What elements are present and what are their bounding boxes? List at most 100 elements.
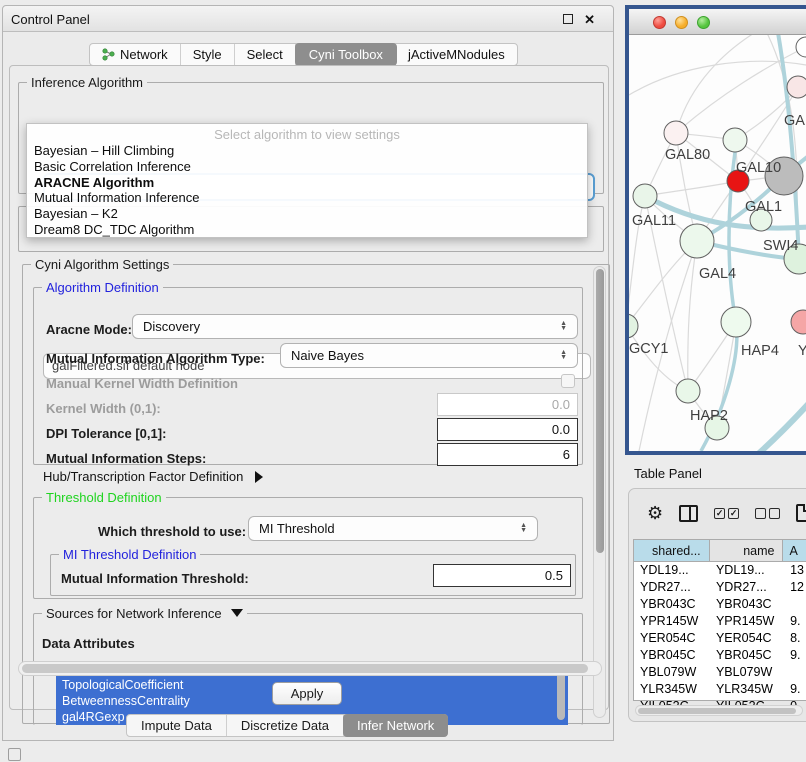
tab-style-label: Style (193, 47, 222, 62)
which-threshold-combo[interactable]: MI Threshold ▲▼ (248, 516, 538, 541)
aracne-mode-combo[interactable]: Discovery ▲▼ (132, 314, 578, 339)
minimize-traffic-light-icon[interactable] (675, 16, 688, 29)
table-row[interactable]: YBL079W YBL079W (634, 664, 806, 681)
cyni-toolbox-panel: Inference Algorithm galFiltered.sif defa… (9, 65, 609, 710)
algorithm-option-aracne[interactable]: ARACNE Algorithm (27, 175, 587, 191)
sources-title[interactable]: Sources for Network Inference (42, 606, 247, 621)
network-node[interactable] (723, 128, 747, 152)
deselect-all-icon[interactable] (755, 508, 780, 519)
close-icon[interactable]: ✕ (584, 12, 595, 28)
cyni-algorithm-settings-group: Cyni Algorithm Settings Algorithm Defini… (22, 264, 610, 724)
cell: 9. (784, 647, 806, 664)
tab-network[interactable]: Network (90, 44, 181, 65)
cell: YBR045C (634, 647, 710, 664)
settings-horizontal-scrollbar[interactable] (18, 661, 602, 676)
settings-vertical-scrollbar-thumb[interactable] (596, 269, 604, 553)
cell: YLR345W (634, 681, 710, 698)
which-threshold-value: MI Threshold (259, 521, 335, 536)
cell: 12 (784, 579, 806, 596)
cell: YDL19... (710, 562, 784, 579)
table-horizontal-scrollbar-thumb[interactable] (638, 708, 796, 714)
column-header-shared-name[interactable]: shared... (634, 540, 710, 561)
table-row[interactable]: YER054C YER054C 8. (634, 630, 806, 647)
cell: YER054C (710, 630, 784, 647)
cell: 13 (784, 562, 806, 579)
table-row[interactable]: YBR043C YBR043C (634, 596, 806, 613)
inference-algorithm-group-title: Inference Algorithm (27, 75, 147, 90)
network-node[interactable] (787, 76, 806, 98)
tab-select-label: Select (247, 47, 283, 62)
network-node[interactable] (664, 121, 688, 145)
select-all-icon[interactable]: ✓ ✓ (714, 508, 739, 519)
table-row[interactable]: YPR145W YPR145W 9. (634, 613, 806, 630)
control-panel-window: Control Panel ✕ Network Style Select (2, 5, 614, 741)
tab-cyni-toolbox-label: Cyni Toolbox (309, 47, 383, 62)
dpi-tolerance-label: DPI Tolerance [0,1]: (46, 426, 166, 441)
tab-infer-network[interactable]: Infer Network (343, 714, 448, 737)
column-view-icon[interactable] (679, 505, 698, 522)
tab-discretize-data[interactable]: Discretize Data (227, 715, 344, 736)
network-node[interactable] (676, 379, 700, 403)
network-node[interactable] (791, 310, 806, 334)
settings-horizontal-scrollbar-thumb[interactable] (22, 664, 588, 673)
column-header-name[interactable]: name (710, 540, 784, 561)
kernel-width-label: Kernel Width (0,1): (46, 401, 161, 416)
cell: 9. (784, 613, 806, 630)
algorithm-option[interactable]: Dream8 DC_TDC Algorithm (27, 222, 587, 238)
mi-threshold-field[interactable]: 0.5 (433, 564, 571, 587)
network-view-window[interactable]: GAL GAL80 GAL10 GAL1 GAL11 GAL4 SWI4 GCY… (625, 5, 806, 455)
sources-title-label: Sources for Network Inference (46, 606, 222, 621)
kernel-width-field[interactable]: 0.0 (437, 393, 578, 416)
cell: YDR27... (634, 579, 710, 596)
settings-vertical-scrollbar[interactable] (593, 266, 606, 718)
close-traffic-light-icon[interactable] (653, 16, 666, 29)
table-row[interactable]: YLR345W YLR345W 9. (634, 681, 806, 698)
table-row[interactable]: YDL19... YDL19... 13 (634, 562, 806, 579)
tab-impute-data[interactable]: Impute Data (127, 715, 227, 736)
network-node[interactable] (721, 307, 751, 337)
algorithm-option[interactable]: Bayesian – K2 (27, 206, 587, 222)
manual-kernel-checkbox[interactable] (561, 374, 575, 388)
algorithm-definition-title: Algorithm Definition (42, 280, 163, 295)
column-header-partial[interactable]: A (783, 540, 806, 561)
node-table: shared... name A YDL19... YDL19... 13 YD… (633, 539, 806, 701)
mi-threshold-title: MI Threshold Definition (59, 547, 200, 562)
table-panel-window: ⚙ ✓ ✓ shared... name A YDL19... YDL19...… (628, 488, 806, 722)
network-node[interactable] (796, 37, 806, 57)
table-header-row: shared... name A (634, 540, 806, 562)
network-icon (102, 48, 115, 61)
tab-jactivemnodules[interactable]: jActiveMNodules (396, 44, 517, 65)
algorithm-option[interactable]: Mutual Information Inference (27, 190, 587, 206)
hub-definition-label: Hub/Transcription Factor Definition (43, 469, 243, 484)
hub-definition-toggle[interactable]: Hub/Transcription Factor Definition (43, 469, 263, 484)
gear-icon[interactable]: ⚙ (647, 503, 663, 524)
collapsed-panel-button[interactable] (8, 748, 21, 761)
algorithm-option[interactable]: Basic Correlation Inference (27, 159, 587, 175)
dpi-tolerance-field[interactable]: 0.0 (437, 418, 578, 441)
network-node[interactable] (629, 314, 638, 338)
network-node[interactable] (633, 184, 657, 208)
table-horizontal-scrollbar[interactable] (635, 705, 803, 716)
algorithm-option[interactable]: Bayesian – Hill Climbing (27, 143, 587, 159)
tab-cyni-toolbox[interactable]: Cyni Toolbox (295, 43, 397, 66)
float-window-icon[interactable] (563, 14, 573, 24)
mi-type-combo[interactable]: Naive Bayes ▲▼ (280, 343, 578, 368)
tab-style[interactable]: Style (181, 44, 235, 65)
tab-discretize-data-label: Discretize Data (241, 718, 329, 733)
manual-kernel-label: Manual Kernel Width Definition (46, 376, 238, 391)
mi-steps-field[interactable]: 6 (437, 443, 578, 466)
zoom-traffic-light-icon[interactable] (697, 16, 710, 29)
network-graph: GAL GAL80 GAL10 GAL1 GAL11 GAL4 SWI4 GCY… (629, 35, 806, 451)
node-label: GCY1 (629, 341, 669, 357)
table-row[interactable]: YDR27... YDR27... 12 (634, 579, 806, 596)
cell: YBR043C (710, 596, 784, 613)
network-node[interactable] (680, 224, 714, 258)
cell: 8. (784, 630, 806, 647)
tab-select[interactable]: Select (235, 44, 296, 65)
apply-button[interactable]: Apply (272, 682, 342, 705)
table-row[interactable]: YBR045C YBR045C 9. (634, 647, 806, 664)
node-label: GAL10 (736, 160, 781, 176)
data-attributes-label: Data Attributes (42, 636, 135, 651)
function-builder-icon[interactable] (796, 504, 806, 522)
network-canvas[interactable]: GAL GAL80 GAL10 GAL1 GAL11 GAL4 SWI4 GCY… (629, 35, 806, 451)
